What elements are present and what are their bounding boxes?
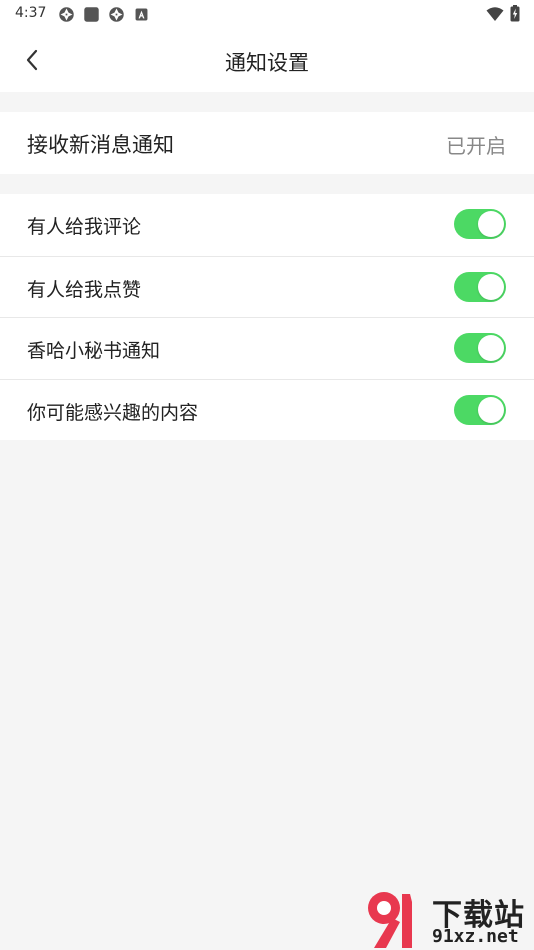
toggle-knob	[478, 211, 504, 237]
setting-row-comments: 有人给我评论	[0, 194, 534, 256]
status-time: 4:37	[15, 5, 47, 21]
toggle-knob	[478, 273, 504, 300]
recommendation-notification-toggle[interactable]	[454, 394, 506, 425]
watermark-logo-icon	[368, 892, 412, 948]
secretary-notification-toggle[interactable]	[454, 333, 506, 363]
aperture-icon	[109, 7, 124, 22]
toggle-knob	[478, 335, 504, 361]
setting-label: 香哈小秘书通知	[27, 340, 161, 362]
system-icons	[486, 5, 520, 22]
app-square-icon	[84, 7, 99, 22]
font-a-icon	[135, 8, 148, 21]
setting-label: 有人给我评论	[27, 216, 142, 238]
setting-row-likes: 有人给我点赞	[0, 255, 534, 318]
aperture-icon	[59, 7, 74, 22]
status-bar: 4:37	[0, 0, 534, 28]
receive-notifications-label: 接收新消息通知	[27, 133, 174, 157]
watermark: 下载站 91xz.net	[362, 888, 534, 950]
toggle-knob	[478, 396, 504, 423]
setting-label: 你可能感兴趣的内容	[27, 401, 199, 424]
navigation-bar: 通知设置	[0, 28, 534, 92]
notification-settings-list: 有人给我评论 有人给我点赞 香哈小秘书通知 你可能感兴趣的内容	[0, 194, 534, 440]
setting-row-secretary: 香哈小秘书通知	[0, 317, 534, 379]
like-notification-toggle[interactable]	[454, 271, 506, 302]
receive-notifications-row[interactable]: 接收新消息通知 已开启	[0, 112, 534, 174]
battery-charging-icon	[510, 5, 520, 22]
wifi-icon	[486, 6, 504, 21]
comment-notification-toggle[interactable]	[454, 209, 506, 239]
watermark-url: 91xz.net	[432, 926, 519, 947]
setting-row-recommendations: 你可能感兴趣的内容	[0, 378, 534, 441]
notification-icons	[58, 6, 150, 23]
setting-label: 有人给我点赞	[27, 278, 142, 301]
page-title: 通知设置	[225, 51, 309, 75]
receive-notifications-status: 已开启	[446, 134, 506, 158]
